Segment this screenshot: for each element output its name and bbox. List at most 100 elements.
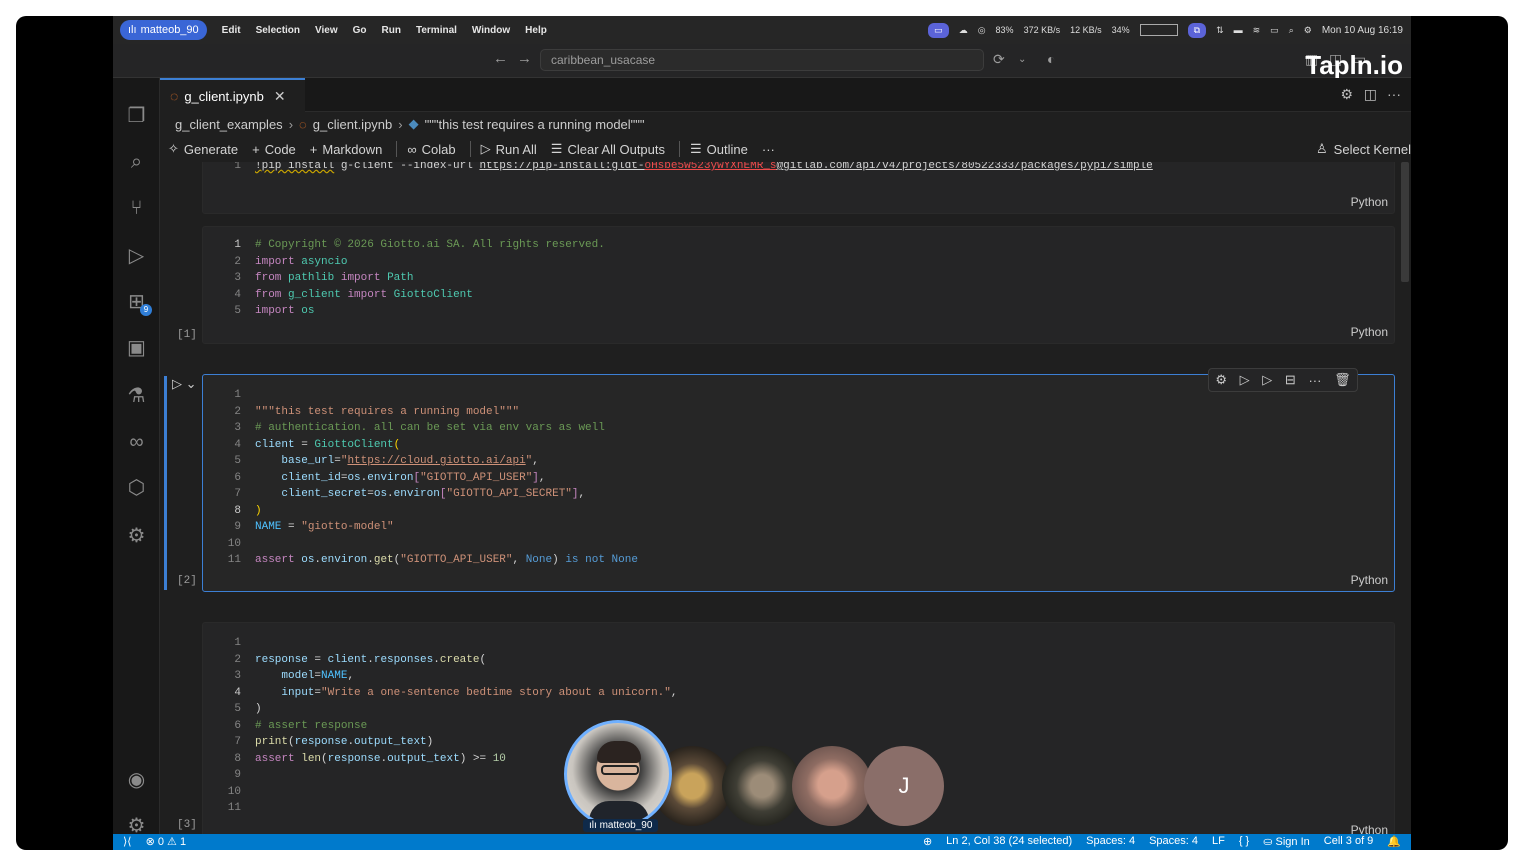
active-speaker-video[interactable] bbox=[564, 720, 672, 828]
scrollbar[interactable] bbox=[1401, 162, 1409, 282]
code-content[interactable]: # Copyright © 2026 Giotto.ai SA. All rig… bbox=[255, 237, 605, 320]
battery-icon[interactable]: ▭ bbox=[1270, 25, 1279, 36]
participant-avatar[interactable] bbox=[792, 746, 872, 826]
active-cell-indicator bbox=[164, 376, 167, 590]
extensions-icon[interactable]: ⊞ 9 bbox=[113, 284, 160, 320]
split-editor-icon[interactable]: ◫ bbox=[1364, 86, 1377, 103]
cell-language[interactable]: Python bbox=[1351, 823, 1388, 834]
mac-menubar: ılı matteob_90 Edit Selection View Go Run… bbox=[113, 16, 1411, 44]
mirror-icon[interactable]: ⧉ bbox=[1187, 22, 1207, 38]
language-mode[interactable]: { } bbox=[1239, 835, 1249, 848]
colab-icon[interactable]: ∞ bbox=[113, 424, 160, 460]
breadcrumb-cell[interactable]: """this test requires a running model""" bbox=[425, 117, 645, 132]
run-debug-icon[interactable]: ▷ bbox=[113, 238, 160, 274]
code-content[interactable]: """this test requires a running model"""… bbox=[255, 387, 638, 569]
display-icon[interactable]: ▬ bbox=[1234, 25, 1243, 35]
sync-icon[interactable]: ◎ bbox=[978, 25, 986, 36]
close-icon[interactable]: ✕ bbox=[274, 88, 286, 105]
testing-icon[interactable]: ⚗ bbox=[113, 378, 160, 414]
breadcrumb-file[interactable]: g_client.ipynb bbox=[313, 117, 393, 132]
search-icon[interactable]: ⌕ bbox=[1289, 25, 1294, 36]
status-bar: ⟩⟨ ⊗ 0 ⚠ 1 ⊕ Ln 2, Col 38 (24 selected) … bbox=[113, 834, 1411, 850]
split-cell-icon[interactable]: ⊟ bbox=[1285, 372, 1296, 388]
command-center-search[interactable]: caribbean_usacase bbox=[540, 49, 984, 71]
line-ending[interactable]: LF bbox=[1212, 835, 1225, 848]
problems-indicator[interactable]: ⊗ 0 ⚠ 1 bbox=[146, 835, 187, 848]
clear-all-outputs-button[interactable]: ☰ Clear All Outputs bbox=[551, 141, 665, 157]
containers-icon[interactable]: ⬡ bbox=[113, 470, 160, 506]
menu-run[interactable]: Run bbox=[382, 25, 401, 36]
execute-above-icon[interactable]: ⚙ bbox=[1215, 372, 1227, 388]
transfer-icon[interactable]: ⇅ bbox=[1216, 25, 1224, 36]
run-cell-icon[interactable]: ▷ ⌄ bbox=[172, 376, 197, 392]
more-cell-actions-icon[interactable]: ··· bbox=[1308, 373, 1321, 388]
menu-go[interactable]: Go bbox=[353, 25, 367, 36]
code-cell-active[interactable]: 1 2 3 4 5 6 7 8 9 10 11 """this test requires a ru… bbox=[177, 374, 1395, 592]
control-center-icon[interactable]: ⚙ bbox=[1304, 25, 1312, 36]
back-arrow-icon[interactable]: ← bbox=[493, 50, 508, 67]
notifications-icon[interactable]: 🔔 bbox=[1387, 835, 1401, 848]
code-cell[interactable]: 1 !pip install g-client --index-url http… bbox=[202, 162, 1395, 214]
kernel-icon: ♙ bbox=[1316, 141, 1328, 156]
generate-button[interactable]: ✧ Generate bbox=[168, 141, 238, 157]
indent-spaces[interactable]: Spaces: 4 bbox=[1086, 835, 1135, 848]
search-icon[interactable]: ⌕ bbox=[113, 144, 160, 180]
remote-explorer-icon[interactable]: ▣ bbox=[113, 330, 160, 366]
menu-help[interactable]: Help bbox=[525, 25, 547, 36]
cell-language[interactable]: Python bbox=[1351, 573, 1388, 587]
cell-toolbar: ⚙ ▷ ▷ ⊟ ··· 🗑 bbox=[1208, 368, 1358, 392]
cell-language[interactable]: Python bbox=[1351, 325, 1388, 339]
menu-window[interactable]: Window bbox=[472, 25, 510, 36]
zoom-icon[interactable]: ⊕ bbox=[923, 835, 932, 848]
user-pill[interactable]: ılı matteob_90 bbox=[120, 20, 207, 40]
tab-g-client-ipynb[interactable]: ◌ g_client.ipynb ✕ bbox=[160, 78, 305, 112]
notebook-toolbar: ✧ Generate + Code + Markdown ∞ Colab ▷ Run Al… bbox=[168, 136, 1411, 162]
select-kernel-button[interactable]: ♙ Select Kernel bbox=[1316, 141, 1411, 157]
code-content[interactable]: !pip install g-client --index-url https:… bbox=[255, 162, 1153, 175]
copilot-icon[interactable]: ⟳ bbox=[993, 51, 1005, 68]
menu-terminal[interactable]: Terminal bbox=[416, 25, 457, 36]
explorer-icon[interactable]: ❐ bbox=[113, 98, 160, 134]
participant-avatar[interactable] bbox=[722, 746, 802, 826]
forward-arrow-icon[interactable]: → bbox=[517, 50, 532, 67]
account-icon[interactable]: ◉ bbox=[113, 762, 160, 798]
outline-button[interactable]: ☰ Outline bbox=[690, 141, 748, 157]
settings-icon[interactable]: ⚙ bbox=[1340, 86, 1353, 103]
chevron-down-icon[interactable]: ⌄ bbox=[1018, 54, 1026, 65]
plus-icon: + bbox=[309, 141, 318, 157]
add-code-button[interactable]: + Code bbox=[252, 142, 296, 157]
window-titlebar: ← → caribbean_usacase ⟳ ⌄ ◐ ▥ ◫ ▭ Tapln.… bbox=[113, 44, 1411, 80]
run-cell-above-icon[interactable]: ▷ bbox=[1240, 372, 1250, 388]
audio-icon: ılı bbox=[128, 24, 137, 36]
colab-icon: ∞ bbox=[407, 141, 417, 157]
delete-cell-icon[interactable]: 🗑 bbox=[1334, 372, 1351, 388]
chevron-right-icon: › bbox=[288, 116, 294, 132]
run-cell-below-icon[interactable]: ▷ bbox=[1262, 372, 1272, 388]
source-control-icon[interactable]: ⑂ bbox=[113, 190, 160, 226]
cell-indicator[interactable]: Cell 3 of 9 bbox=[1324, 835, 1374, 848]
screen-share-icon[interactable]: ▭ bbox=[928, 22, 949, 38]
cursor-position[interactable]: Ln 2, Col 38 (24 selected) bbox=[946, 835, 1072, 848]
more-actions-icon[interactable]: ··· bbox=[1387, 86, 1401, 102]
add-markdown-button[interactable]: + Markdown bbox=[310, 142, 383, 157]
wifi-icon[interactable]: ≋ bbox=[1253, 25, 1261, 36]
cloud-icon[interactable]: ☁ bbox=[959, 25, 968, 36]
accounts-icon[interactable]: ◐ bbox=[1047, 51, 1055, 67]
breadcrumb: g_client_examples › ◌ g_client.ipynb › ◆… bbox=[175, 114, 645, 134]
remote-icon[interactable]: ⟩⟨ bbox=[123, 835, 132, 848]
cell-language[interactable]: Python bbox=[1351, 195, 1388, 209]
colab-button[interactable]: ∞ Colab bbox=[407, 142, 455, 157]
python-icon: ◆ bbox=[408, 116, 419, 131]
breadcrumb-folder[interactable]: g_client_examples bbox=[175, 117, 283, 132]
menu-view[interactable]: View bbox=[315, 25, 338, 36]
ai-tools-icon[interactable]: ⚙ bbox=[113, 518, 160, 554]
run-all-button[interactable]: ▷ Run All bbox=[481, 141, 537, 157]
datetime[interactable]: Mon 10 Aug 16:19 bbox=[1322, 25, 1403, 36]
menu-selection[interactable]: Selection bbox=[256, 25, 300, 36]
sign-in-button[interactable]: ⛀ Sign In bbox=[1263, 835, 1310, 848]
menu-edit[interactable]: Edit bbox=[222, 25, 241, 36]
indent-spaces-2[interactable]: Spaces: 4 bbox=[1149, 835, 1198, 848]
participant-avatar-initial[interactable]: J bbox=[864, 746, 944, 826]
more-toolbar-button[interactable]: ··· bbox=[762, 142, 775, 157]
code-cell[interactable]: 12345 # Copyright © 2026 Giotto.ai SA. A… bbox=[177, 226, 1395, 344]
